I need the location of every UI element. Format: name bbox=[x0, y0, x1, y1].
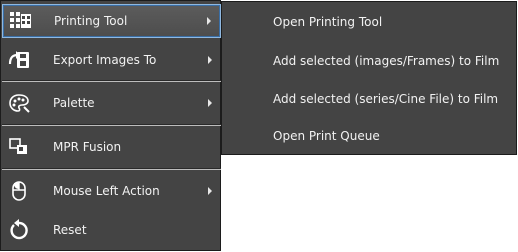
context-menu: Printing Tool Export Images To Palette M… bbox=[0, 0, 221, 251]
printing-tool-submenu: Open Printing Tool Add selected (images/… bbox=[221, 1, 517, 155]
mpr-fusion-icon bbox=[8, 136, 30, 158]
submenu-arrow-icon bbox=[208, 99, 212, 107]
palette-icon bbox=[8, 92, 30, 114]
menu-item-label: Printing Tool bbox=[54, 14, 128, 28]
export-images-icon bbox=[8, 49, 30, 71]
menu-item-label: Reset bbox=[53, 223, 87, 237]
printing-grid-icon bbox=[9, 10, 31, 32]
menu-item-mpr-fusion[interactable]: MPR Fusion bbox=[2, 131, 221, 163]
menu-separator bbox=[2, 124, 221, 126]
menu-item-label: Export Images To bbox=[53, 53, 157, 67]
submenu-arrow-icon bbox=[208, 187, 212, 195]
menu-separator bbox=[2, 168, 221, 170]
submenu-item-open-printing-tool[interactable]: Open Printing Tool bbox=[273, 15, 382, 29]
submenu-item-add-images-to-film[interactable]: Add selected (images/Frames) to Film bbox=[273, 54, 499, 68]
menu-item-export-images-to[interactable]: Export Images To bbox=[2, 44, 221, 76]
menu-separator bbox=[2, 80, 221, 82]
submenu-item-open-print-queue[interactable]: Open Print Queue bbox=[273, 129, 380, 143]
menu-item-label: Palette bbox=[53, 96, 95, 110]
submenu-item-add-series-to-film[interactable]: Add selected (series/Cine File) to Film bbox=[273, 92, 498, 106]
menu-item-label: Mouse Left Action bbox=[53, 184, 160, 198]
menu-item-printing-tool[interactable]: Printing Tool bbox=[2, 4, 221, 38]
menu-item-label: MPR Fusion bbox=[53, 140, 122, 154]
reset-icon bbox=[8, 219, 30, 241]
mouse-icon bbox=[8, 180, 30, 202]
menu-item-palette[interactable]: Palette bbox=[2, 87, 221, 119]
menu-item-reset[interactable]: Reset bbox=[2, 214, 221, 246]
submenu-arrow-icon bbox=[207, 17, 211, 25]
submenu-arrow-icon bbox=[208, 56, 212, 64]
menu-item-mouse-left-action[interactable]: Mouse Left Action bbox=[2, 175, 221, 207]
